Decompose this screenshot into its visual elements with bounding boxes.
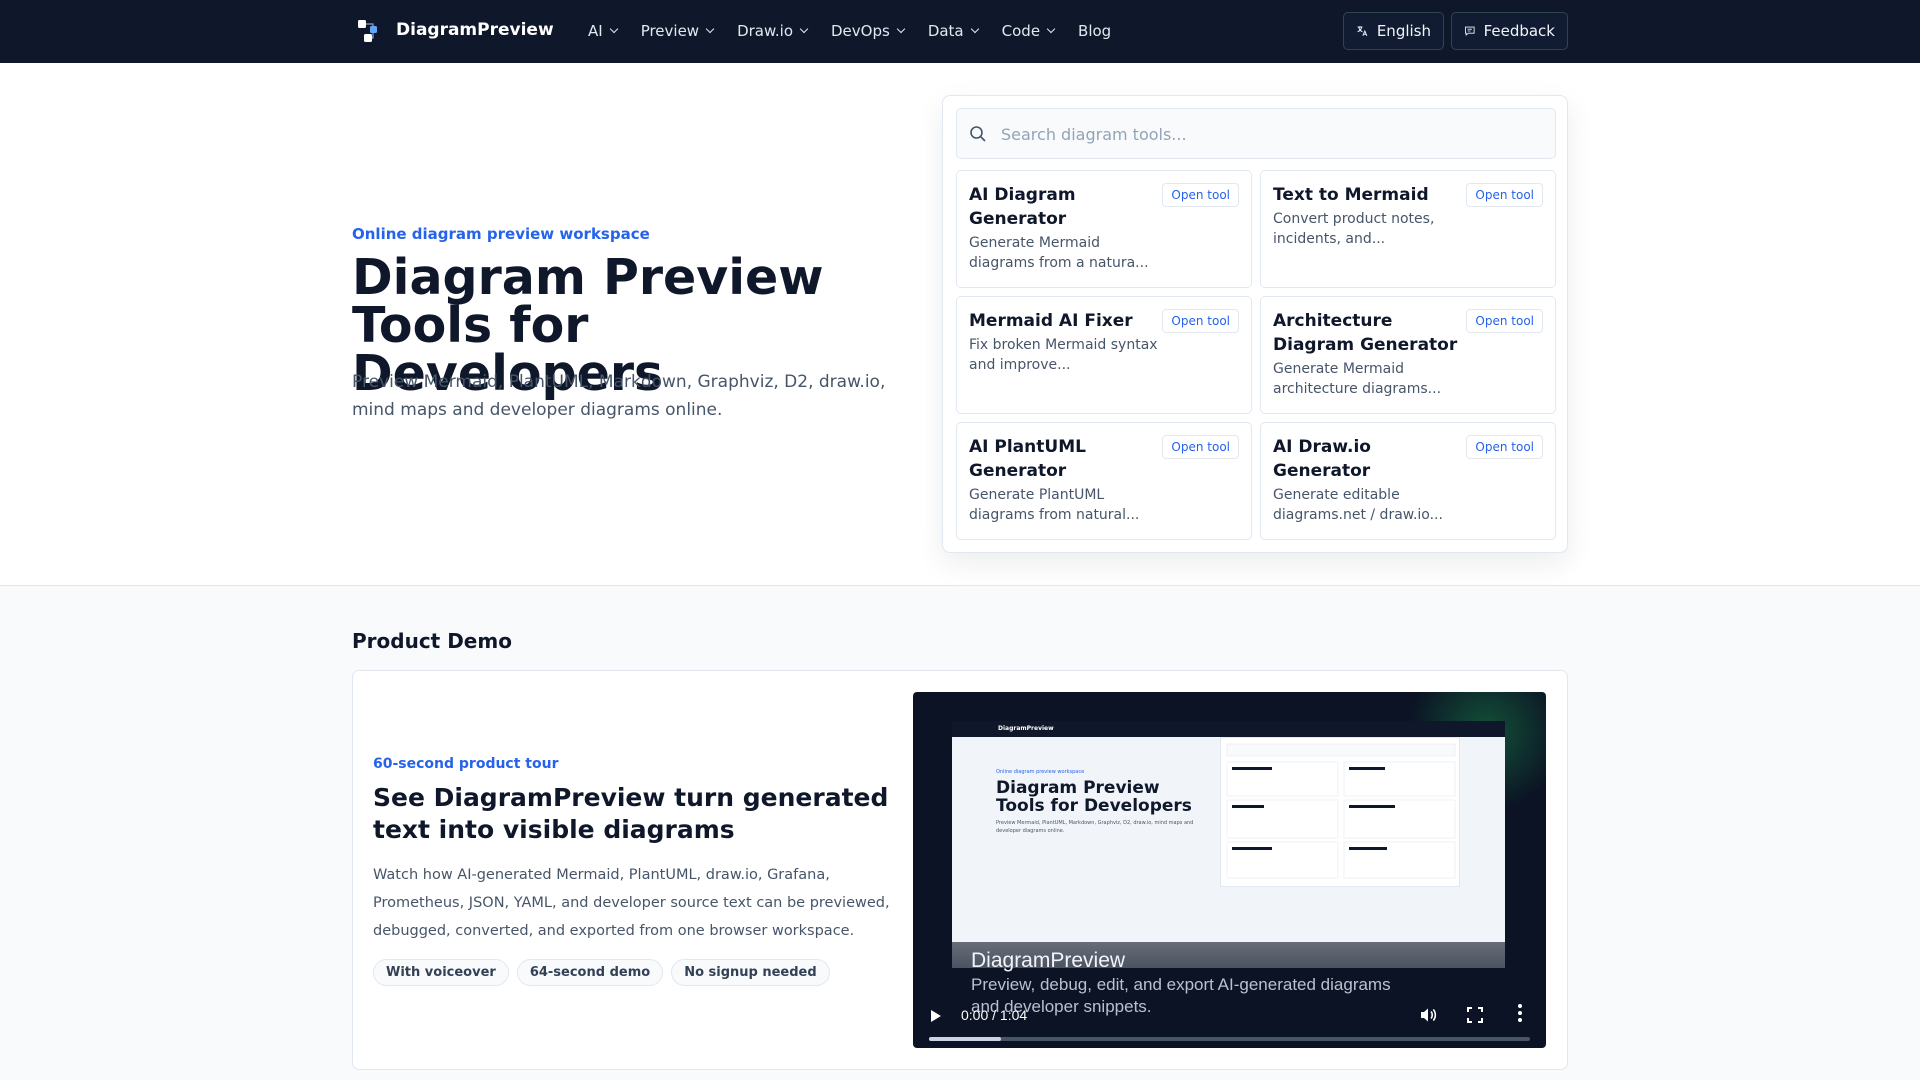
video-controls: 0:00 / 1:04 — [913, 992, 1546, 1048]
main-menu: AI Preview Draw.io DevOps Data Code Blog — [588, 22, 1135, 40]
tool-title: AI PlantUML Generator — [969, 437, 1086, 481]
video-title: DiagramPreview — [971, 949, 1126, 972]
feedback-label: Feedback — [1483, 22, 1555, 40]
menu-data[interactable]: Data — [927, 22, 979, 40]
tool-desc: Convert product notes, incidents, and... — [1273, 211, 1435, 247]
demo-video-player[interactable]: DiagramPreview Online diagram preview wo… — [913, 692, 1546, 1048]
tag-badge: 64-second demo — [516, 959, 664, 986]
more-options-icon[interactable] — [1518, 1004, 1522, 1025]
menu-label: Preview — [640, 22, 700, 40]
hero-eyebrow: Online diagram preview workspace — [352, 225, 650, 243]
brand-name[interactable]: DiagramPreview — [396, 20, 554, 40]
chevron-down-icon — [1046, 24, 1056, 34]
video-progress-bar[interactable] — [929, 1037, 1530, 1041]
tool-title: Architecture Diagram Generator — [1273, 311, 1458, 355]
thumbnail-navbar: DiagramPreview — [952, 721, 1505, 737]
hero-subtitle: Preview Mermaid, PlantUML, Markdown, Gra… — [352, 372, 886, 420]
logo-icon[interactable] — [357, 18, 383, 44]
menu-label: Code — [1001, 22, 1041, 40]
video-progress-fill — [929, 1037, 1002, 1041]
search-box — [956, 108, 1556, 159]
tool-card-ai-drawio-generator[interactable]: AI Draw.io Generator Generate editable d… — [1260, 422, 1556, 540]
menu-ai[interactable]: AI — [588, 22, 618, 40]
thumbnail-cards — [1226, 743, 1456, 879]
open-tool-button[interactable]: Open tool — [1162, 435, 1239, 459]
menu-label: Data — [927, 22, 964, 40]
top-navbar: DiagramPreview AI Preview Draw.io DevOps… — [0, 0, 1920, 63]
tool-card-ai-plantuml-generator[interactable]: AI PlantUML Generator Generate PlantUML … — [956, 422, 1252, 540]
section-heading: Product Demo — [352, 629, 512, 653]
chevron-down-icon — [609, 24, 618, 34]
tag-badge: No signup needed — [671, 959, 830, 986]
open-tool-button[interactable]: Open tool — [1466, 309, 1543, 333]
play-icon[interactable] — [931, 1010, 941, 1022]
tool-desc: Generate editable diagrams.net / draw.io… — [1273, 487, 1443, 523]
tag-badge: With voiceover — [373, 959, 509, 986]
demo-title: See DiagramPreview turn generated text i… — [373, 783, 889, 844]
thumbnail-brand: DiagramPreview — [998, 725, 1054, 732]
menu-devops[interactable]: DevOps — [831, 22, 906, 40]
tool-panel: AI Diagram Generator Generate Mermaid di… — [942, 95, 1568, 553]
menu-blog[interactable]: Blog — [1078, 22, 1111, 40]
chevron-down-icon — [896, 24, 906, 34]
tool-title: AI Draw.io Generator — [1273, 437, 1371, 481]
menu-label: Blog — [1078, 22, 1112, 40]
demo-tags: With voiceover 64-second demo No signup … — [373, 959, 830, 986]
feedback-button[interactable]: Feedback — [1451, 12, 1568, 50]
search-icon — [970, 126, 986, 142]
language-label: English — [1376, 22, 1431, 40]
tool-desc: Generate Mermaid diagrams from a natura.… — [969, 235, 1149, 271]
chevron-down-icon — [799, 24, 809, 34]
tool-desc: Fix broken Mermaid syntax and improve... — [969, 337, 1158, 373]
translate-icon — [1357, 26, 1368, 36]
demo-eyebrow: 60-second product tour — [373, 756, 559, 772]
tool-card-ai-diagram-generator[interactable]: AI Diagram Generator Generate Mermaid di… — [956, 170, 1252, 288]
thumbnail-eyebrow: Online diagram preview workspace — [996, 769, 1085, 775]
open-tool-button[interactable]: Open tool — [1162, 309, 1239, 333]
chevron-down-icon — [970, 24, 979, 34]
menu-label: Draw.io — [737, 22, 793, 40]
menu-preview[interactable]: Preview — [640, 22, 715, 40]
thumbnail-title: Diagram Preview Tools for Developers — [996, 778, 1192, 816]
tool-desc: Generate PlantUML diagrams from natural.… — [969, 487, 1140, 523]
tool-card-mermaid-ai-fixer[interactable]: Mermaid AI Fixer Fix broken Mermaid synt… — [956, 296, 1252, 414]
open-tool-button[interactable]: Open tool — [1466, 435, 1543, 459]
menu-label: DevOps — [831, 22, 890, 40]
tool-title: Mermaid AI Fixer — [969, 311, 1133, 331]
menu-drawio[interactable]: Draw.io — [737, 22, 809, 40]
tool-card-text-to-mermaid[interactable]: Text to Mermaid Convert product notes, i… — [1260, 170, 1556, 288]
language-button[interactable]: English — [1343, 12, 1444, 50]
thumbnail-subtitle: Preview Mermaid, PlantUML, Markdown, Gra… — [996, 820, 1194, 834]
thumbnail-tool-panel — [1220, 737, 1460, 887]
open-tool-button[interactable]: Open tool — [1466, 183, 1543, 207]
message-icon — [1465, 26, 1475, 36]
tool-title: Text to Mermaid — [1273, 185, 1429, 205]
volume-icon[interactable] — [1418, 1005, 1438, 1025]
open-tool-button[interactable]: Open tool — [1162, 183, 1239, 207]
tool-desc: Generate Mermaid architecture diagrams..… — [1273, 361, 1442, 397]
tool-title: AI Diagram Generator — [969, 185, 1076, 229]
menu-label: AI — [588, 22, 603, 40]
demo-description: Watch how AI-generated Mermaid, PlantUML… — [373, 867, 890, 939]
fullscreen-icon[interactable] — [1466, 1006, 1484, 1024]
search-input[interactable] — [1001, 122, 1541, 146]
menu-code[interactable]: Code — [1001, 22, 1056, 40]
chevron-down-icon — [705, 24, 715, 34]
tool-card-architecture-diagram-generator[interactable]: Architecture Diagram Generator Generate … — [1260, 296, 1556, 414]
video-thumbnail: DiagramPreview Online diagram preview wo… — [952, 721, 1505, 968]
video-time: 0:00 / 1:04 — [961, 1007, 1028, 1023]
